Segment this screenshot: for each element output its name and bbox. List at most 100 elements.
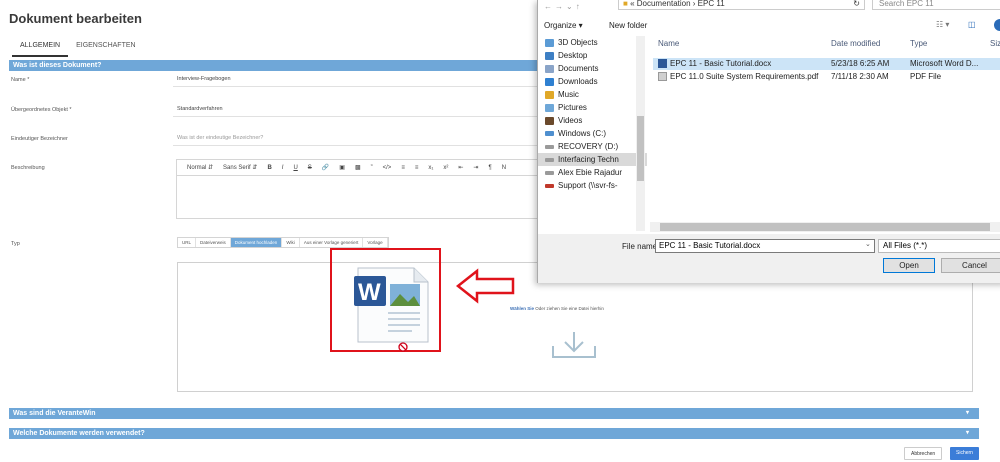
column-header-size[interactable]: Siz <box>990 39 1000 48</box>
label-type: Typ <box>11 241 20 247</box>
sichern-button[interactable]: Sichern <box>950 447 979 460</box>
drive-icon <box>545 131 554 136</box>
tab-eigenschaften[interactable]: EIGENSCHAFTEN <box>68 40 144 57</box>
dropzone-text: Wählen Sie Oder ziehen Sie eine Datei hi… <box>510 306 604 311</box>
type-options: URL Dateiverweis Dokument hochladen Wiki… <box>177 237 389 248</box>
nav-pane-scrollbar[interactable] <box>636 36 645 231</box>
bold-icon[interactable]: B <box>267 165 271 171</box>
nav-item-videos[interactable]: Videos <box>538 114 647 127</box>
file-row[interactable]: EPC 11.0 Suite System Requirements.pdf 7… <box>653 71 1000 83</box>
image-icon[interactable]: ▣ <box>339 164 345 171</box>
nav-item-3d-objects[interactable]: 3D Objects <box>538 36 647 49</box>
open-button[interactable]: Open <box>883 258 935 273</box>
tab-bar: ALLGEMEIN EIGENSCHAFTEN <box>12 40 144 57</box>
name-field[interactable]: Interview-Fragebogen <box>173 72 543 87</box>
network-drive-icon <box>545 170 554 175</box>
section-header-documents-used[interactable]: Welche Dokumente werden verwendet? ▾ <box>9 428 979 439</box>
parent-object-field[interactable]: Standardverfahren <box>173 102 543 117</box>
new-folder-button[interactable]: New folder <box>609 21 647 30</box>
type-option-from-template[interactable]: Aus einer Vorlage generiert <box>300 238 364 247</box>
type-option-upload[interactable]: Dokument hochladen <box>230 238 283 247</box>
column-header-name[interactable]: Name <box>658 39 679 48</box>
paragraph-icon[interactable]: ¶ <box>488 165 491 171</box>
editor-toolbar: Normal ⇵ Sans Serif ⇵ B I U S 🔗 ▣ ▩ ” </… <box>177 160 541 176</box>
abbrechen-button[interactable]: Abbrechen <box>904 447 943 460</box>
subscript-icon[interactable]: x₁ <box>428 165 433 171</box>
outdent-icon[interactable]: ⇥ <box>473 164 478 171</box>
type-option-url[interactable]: URL <box>178 238 197 247</box>
file-open-dialog: ←→⌄↑ ■ « Documentation › EPC 11 ↻ Search… <box>537 0 1000 283</box>
video-icon[interactable]: ▩ <box>355 164 361 171</box>
music-icon <box>545 90 554 99</box>
section-header-responsible[interactable]: Was sind die VeranteWin ▾ <box>9 408 979 419</box>
word-document-icon: W <box>354 267 429 343</box>
organize-menu[interactable]: Organize ▾ <box>544 21 583 30</box>
font-select[interactable]: Sans Serif ⇵ <box>223 164 257 171</box>
scrollbar-thumb[interactable] <box>660 223 990 231</box>
type-option-wiki[interactable]: Wiki <box>282 238 300 247</box>
nav-item-windows-c[interactable]: Windows (C:) <box>538 127 647 140</box>
file-name-input[interactable]: EPC 11 - Basic Tutorial.docx <box>655 239 875 253</box>
underline-icon[interactable]: U <box>293 165 297 171</box>
downloads-icon <box>545 77 554 86</box>
file-row[interactable]: EPC 11 - Basic Tutorial.docx 5/23/18 6:2… <box>653 58 1000 70</box>
search-input[interactable]: Search EPC 11 <box>872 0 1000 10</box>
nav-item-alex[interactable]: Alex Ebie Rajadur <box>538 166 647 179</box>
bullet-list-icon[interactable]: ≡ <box>415 165 419 171</box>
no-drop-icon <box>398 342 408 352</box>
label-identifier: Eindeutiger Bezeichner <box>11 136 68 142</box>
ordered-list-icon[interactable]: ≡ <box>401 165 405 171</box>
nav-item-recovery-d[interactable]: RECOVERY (D:) <box>538 140 647 153</box>
italic-icon[interactable]: I <box>282 165 284 171</box>
network-drive-icon <box>545 157 554 162</box>
identifier-field[interactable]: Was ist der eindeutige Bezeichner? <box>173 131 543 146</box>
scrollbar-thumb[interactable] <box>637 116 644 181</box>
code-icon[interactable]: </> <box>383 165 392 171</box>
pdf-file-icon <box>658 72 667 81</box>
documents-icon <box>545 64 554 73</box>
refresh-icon[interactable]: ↻ <box>853 0 860 10</box>
file-list-scrollbar[interactable] <box>650 222 1000 232</box>
nav-item-documents[interactable]: Documents <box>538 62 647 75</box>
link-icon[interactable]: 🔗 <box>322 164 329 171</box>
chevron-down-icon[interactable]: ⌄ <box>865 240 871 248</box>
drive-icon <box>545 144 554 149</box>
tab-allgemein[interactable]: ALLGEMEIN <box>12 40 69 57</box>
type-option-file-reference[interactable]: Dateiverweis <box>196 238 231 247</box>
nav-item-downloads[interactable]: Downloads <box>538 75 647 88</box>
strike-icon[interactable]: S <box>308 165 312 171</box>
nav-item-desktop[interactable]: Desktop <box>538 49 647 62</box>
editor-extra[interactable]: N <box>502 165 506 171</box>
3d-objects-icon <box>545 38 554 47</box>
nav-item-music[interactable]: Music <box>538 88 647 101</box>
nav-item-support[interactable]: Support (\\svr-fs- <box>538 179 647 192</box>
superscript-icon[interactable]: x² <box>443 165 448 171</box>
choose-file-link[interactable]: Wählen Sie <box>510 306 534 311</box>
label-parent: Übergeordnetes Objekt * <box>11 107 72 113</box>
file-list: Name Date modified Type Siz EPC 11 - Bas… <box>650 36 1000 231</box>
label-name: Name * <box>11 77 30 83</box>
disconnected-drive-icon <box>545 183 554 188</box>
help-icon[interactable] <box>994 19 1000 31</box>
dialog-footer: File name: EPC 11 - Basic Tutorial.docx … <box>538 234 1000 283</box>
view-options-icon[interactable]: ☷ ▾ <box>936 20 949 29</box>
file-type-select[interactable]: All Files (*.*) <box>878 239 1000 253</box>
path-breadcrumb[interactable]: ■ « Documentation › EPC 11 ↻ <box>618 0 865 10</box>
preview-pane-icon[interactable]: ◫ <box>968 20 976 29</box>
pointing-arrow-icon <box>455 268 515 304</box>
nav-item-pictures[interactable]: Pictures <box>538 101 647 114</box>
nav-arrows-icon[interactable]: ←→⌄↑ <box>544 2 583 11</box>
quote-icon[interactable]: ” <box>371 165 373 171</box>
description-editor[interactable]: Normal ⇵ Sans Serif ⇵ B I U S 🔗 ▣ ▩ ” </… <box>176 159 542 219</box>
column-header-type[interactable]: Type <box>910 39 927 48</box>
type-option-template[interactable]: Vorlage <box>363 238 388 247</box>
upload-download-icon <box>552 332 596 358</box>
file-name-label: File name: <box>622 242 660 251</box>
word-file-icon <box>658 59 667 68</box>
format-select[interactable]: Normal ⇵ <box>187 164 213 171</box>
column-header-date[interactable]: Date modified <box>831 39 880 48</box>
indent-icon[interactable]: ⇤ <box>458 164 463 171</box>
cancel-button[interactable]: Cancel <box>941 258 1000 273</box>
nav-item-interfacing[interactable]: Interfacing Techn <box>538 153 647 166</box>
videos-icon <box>545 116 554 125</box>
